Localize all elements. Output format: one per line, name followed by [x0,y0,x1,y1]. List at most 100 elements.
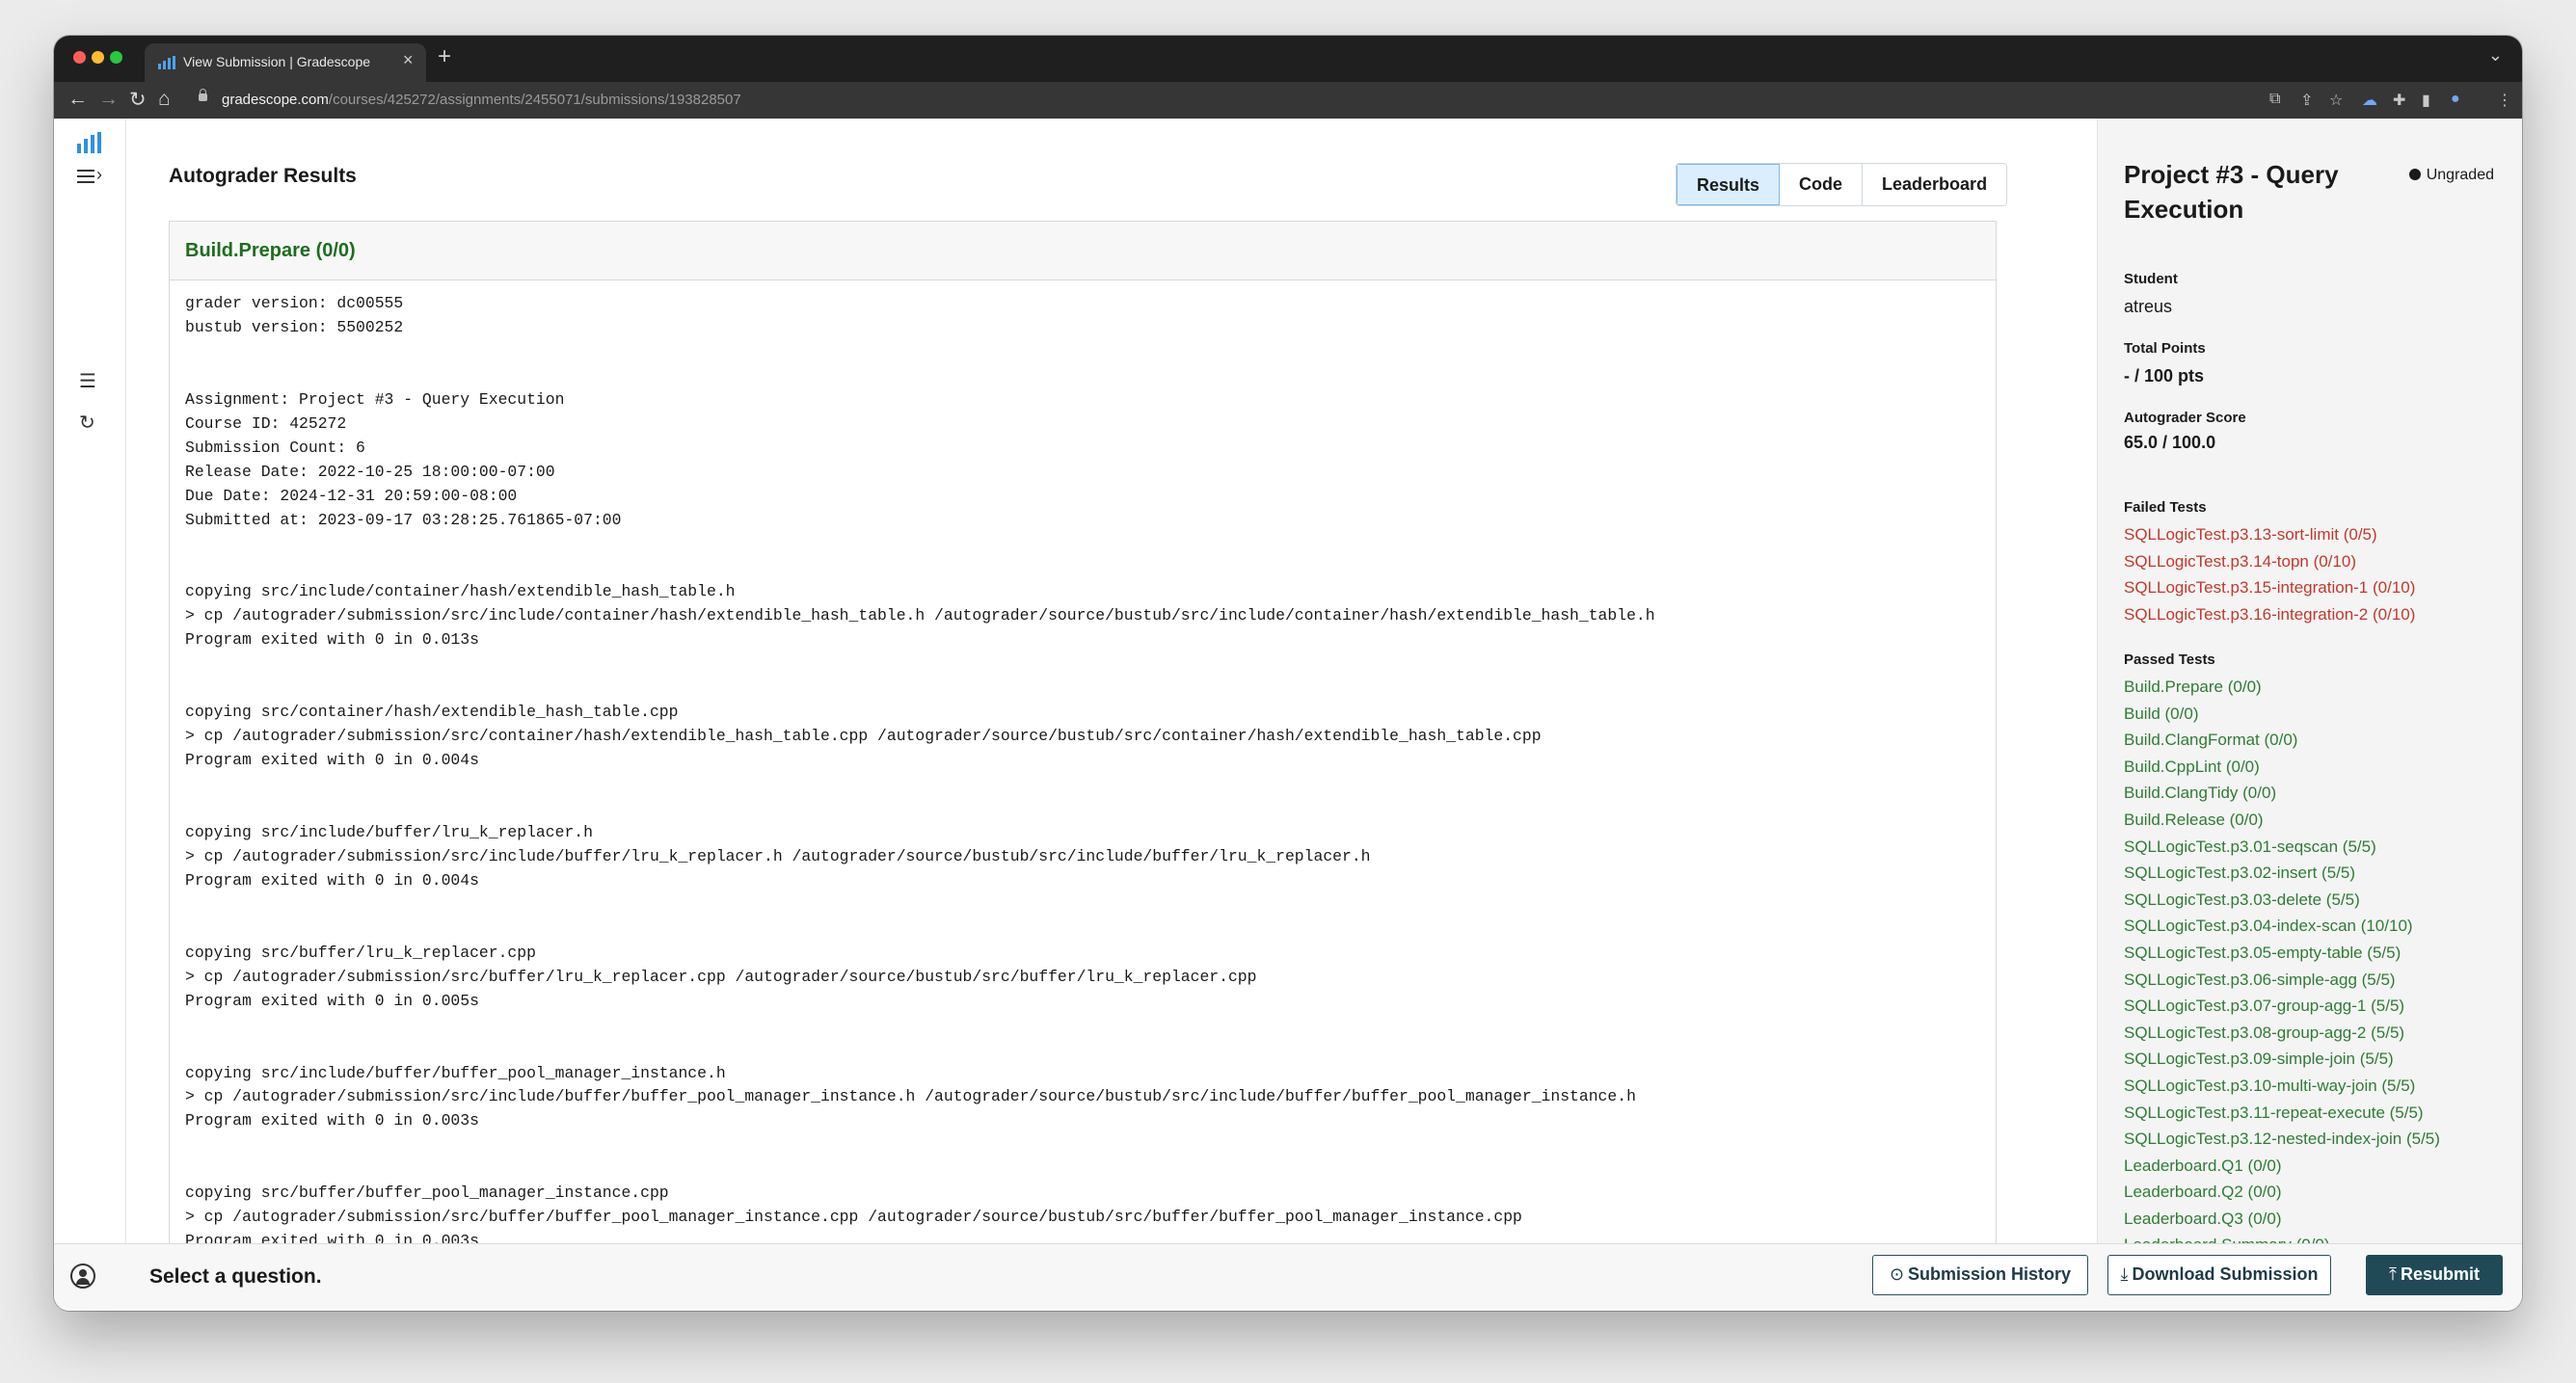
bookmark-star-icon[interactable]: ☆ [2329,91,2343,110]
passed-test-link[interactable]: Build (0/0) [2124,701,2440,728]
footer-prompt: Select a question. [149,1265,322,1288]
gradescope-app: › ☰ ↻ Autograder Results Results Code Le… [54,119,2522,1311]
clock-icon: ⊙ [1889,1264,1905,1284]
passed-test-link[interactable]: SQLLogicTest.p3.12-nested-index-join (5/… [2124,1126,2440,1153]
passed-test-link[interactable]: SQLLogicTest.p3.04-index-scan (10/10) [2124,913,2440,940]
failed-test-link[interactable]: SQLLogicTest.p3.16-integration-2 (0/10) [2124,601,2415,628]
passed-test-link[interactable]: Build.CppLint (0/0) [2124,754,2440,781]
passed-test-link[interactable]: SQLLogicTest.p3.03-delete (5/5) [2124,887,2440,914]
passed-test-link[interactable]: Build.Prepare (0/0) [2124,674,2440,701]
tab-code[interactable]: Code [1780,164,1864,205]
back-arrow-icon[interactable]: ← [67,88,88,111]
footer-bar: Select a question. ⊙ Submission History ⤓… [54,1243,2522,1311]
share-icon[interactable]: ⇪ [2300,91,2313,110]
failed-test-link[interactable]: SQLLogicTest.p3.14-topn (0/10) [2124,548,2415,575]
output-line: Program exited with 0 in 0.004s [185,870,479,890]
output-line: Course ID: 425272 [185,413,347,433]
view-tabs: Results Code Leaderboard [1676,163,2008,206]
minimize-window-button[interactable] [92,51,104,64]
output-line: Submission Count: 6 [185,438,365,457]
forward-arrow-icon[interactable]: → [98,88,119,111]
translate-icon[interactable]: ⧉ [2269,91,2280,108]
output-line: Program exited with 0 in 0.005s [185,991,479,1010]
panel-title[interactable]: Build.Prepare (0/0) [170,222,1996,280]
passed-test-link[interactable]: SQLLogicTest.p3.10-multi-way-join (5/5) [2124,1073,2440,1100]
passed-test-link[interactable]: Build.ClangFormat (0/0) [2124,727,2440,754]
passed-test-link[interactable]: Leaderboard.Q1 (0/0) [2124,1153,2440,1180]
url-path: /courses/425272/assignments/2455071/subm… [328,92,741,108]
submission-history-button[interactable]: ⊙ Submission History [1872,1255,2088,1295]
passed-test-link[interactable]: SQLLogicTest.p3.01-seqscan (5/5) [2124,834,2440,861]
page-title: Autograder Results [169,165,357,187]
submission-history-label: Submission History [1908,1264,2072,1284]
profile-icon[interactable]: ● [2451,91,2460,108]
tab-results[interactable]: Results [1677,164,1781,205]
output-line: Program exited with 0 in 0.003s [185,1232,479,1243]
passed-test-link[interactable]: Leaderboard.Q2 (0/0) [2124,1179,2440,1206]
failed-tests-list: SQLLogicTest.p3.13-sort-limit (0/5) SQLLo… [2124,521,2415,627]
tab-leaderboard[interactable]: Leaderboard [1863,164,2007,205]
student-label: Student [2124,271,2178,287]
autograder-output: grader version: dc00555 bustub version: 5… [170,280,1996,1243]
passed-test-link[interactable]: Build.Release (0/0) [2124,807,2440,834]
output-line: copying src/include/buffer/buffer_pool_m… [185,1063,726,1082]
failed-test-link[interactable]: SQLLogicTest.p3.13-sort-limit (0/5) [2124,521,2415,548]
expand-menu-icon[interactable]: › [77,165,110,188]
gradescope-logo-icon[interactable] [77,132,102,153]
browser-menu-icon[interactable]: ⋮ [2497,91,2512,110]
home-icon[interactable]: ⌂ [158,88,171,111]
resubmit-button[interactable]: ⤒ Resubmit [2366,1255,2503,1295]
tab-close-icon[interactable]: × [403,50,414,70]
passed-test-link[interactable]: Leaderboard.Q3 (0/0) [2124,1206,2440,1233]
address-bar[interactable]: gradescope.com/courses/425272/assignment… [222,92,741,108]
output-line: Release Date: 2022-10-25 18:00:00-07:00 [185,462,555,481]
output-line: > cp /autograder/submission/src/include/… [185,1087,1636,1106]
puzzle-extensions-icon[interactable]: ✚ [2393,91,2405,110]
outline-list-icon[interactable]: ☰ [79,369,96,393]
passed-test-link[interactable]: SQLLogicTest.p3.07-group-agg-1 (5/5) [2124,993,2440,1020]
new-tab-icon[interactable]: + [438,43,451,70]
passed-test-link[interactable]: SQLLogicTest.p3.11-repeat-execute (5/5) [2124,1100,2440,1127]
passed-test-link[interactable]: SQLLogicTest.p3.06-simple-agg (5/5) [2124,967,2440,994]
tab-title: View Submission | Gradescope [183,54,371,69]
autograder-score-value: 65.0 / 100.0 [2124,433,2216,452]
upload-icon: ⤒ [2389,1264,2397,1284]
output-line: Assignment: Project #3 - Query Execution [185,389,565,409]
status-dot-icon [2408,169,2421,180]
refresh-icon[interactable]: ↻ [79,411,95,435]
output-line: copying src/buffer/buffer_pool_manager_i… [185,1184,669,1203]
browser-window: View Submission | Gradescope × + ⌄ ← → ↻… [54,36,2522,1311]
passed-test-link[interactable]: SQLLogicTest.p3.05-empty-table (5/5) [2124,940,2440,967]
passed-test-link[interactable]: SQLLogicTest.p3.02-insert (5/5) [2124,860,2440,887]
test-result-panel: Build.Prepare (0/0) grader version: dc00… [169,221,1997,1243]
extension-icon[interactable]: ☁ [2362,91,2377,110]
passed-tests-list: Build.Prepare (0/0) Build (0/0) Build.Clan… [2124,674,2440,1259]
browser-tab[interactable]: View Submission | Gradescope × [145,43,426,82]
passed-test-link[interactable]: Build.ClangTidy (0/0) [2124,780,2440,807]
output-line: > cp /autograder/submission/src/buffer/l… [185,967,1257,986]
passed-test-link[interactable]: SQLLogicTest.p3.08-group-agg-2 (5/5) [2124,1020,2440,1047]
user-avatar-icon[interactable] [70,1263,95,1289]
output-line: bustub version: 5500252 [185,317,404,336]
lock-icon[interactable] [199,89,207,101]
tab-search-icon[interactable]: ⌄ [2488,45,2503,66]
failed-test-link[interactable]: SQLLogicTest.p3.15-integration-1 (0/10) [2124,574,2415,601]
sidebar-panel-icon[interactable]: ▮ [2422,91,2430,110]
maximize-window-button[interactable] [110,51,122,64]
reload-icon[interactable]: ↻ [129,88,147,112]
passed-test-link[interactable]: SQLLogicTest.p3.09-simple-join (5/5) [2124,1046,2440,1073]
download-submission-button[interactable]: ⤓ Download Submission [2107,1255,2331,1295]
close-window-button[interactable] [73,51,86,64]
tab-strip: View Submission | Gradescope × + ⌄ [54,36,2522,82]
